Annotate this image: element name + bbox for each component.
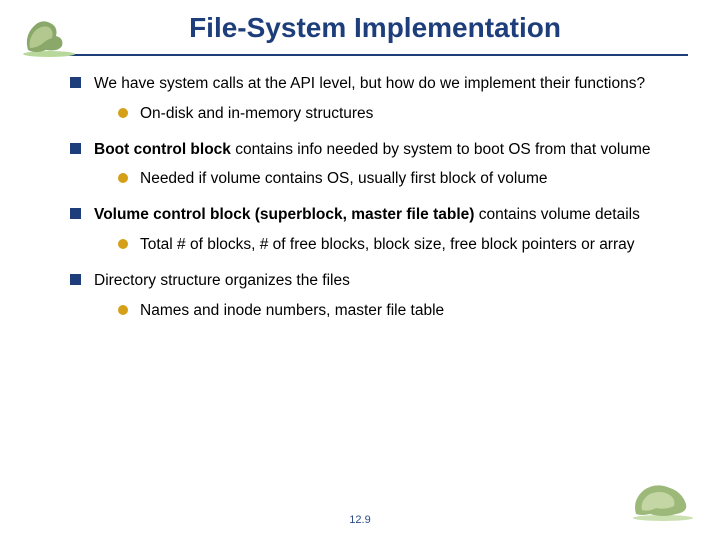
bullet-text: contains volume details: [479, 206, 640, 223]
title-underline: [32, 54, 688, 56]
bullet-volume-control-block: Volume control block (superblock, master…: [70, 205, 670, 255]
bullet-api-level: We have system calls at the API level, b…: [70, 74, 670, 124]
bullet-boot-control-block: Boot control block contains info needed …: [70, 140, 670, 190]
slide: File-System Implementation We have syste…: [0, 0, 720, 540]
subbullet-names-inodes: Names and inode numbers, master file tab…: [118, 301, 670, 321]
subbullet-text: Names and inode numbers, master file tab…: [140, 302, 444, 319]
bullet-text: We have system calls at the API level, b…: [94, 75, 645, 92]
slide-content: We have system calls at the API level, b…: [0, 56, 720, 321]
dinosaur-logo-top-icon: [18, 16, 80, 58]
subbullet-os-volume: Needed if volume contains OS, usually fi…: [118, 169, 670, 189]
subbullet-block-details: Total # of blocks, # of free blocks, blo…: [118, 235, 670, 255]
subbullet-text: Total # of blocks, # of free blocks, blo…: [140, 236, 635, 253]
bold-term: Volume control block (superblock, master…: [94, 206, 479, 223]
subbullet-structures: On-disk and in-memory structures: [118, 104, 670, 124]
bullet-text: contains info needed by system to boot O…: [235, 141, 650, 158]
bold-term: Boot control block: [94, 141, 235, 158]
slide-header: File-System Implementation: [0, 0, 720, 56]
subbullet-text: Needed if volume contains OS, usually fi…: [140, 170, 548, 187]
bullet-text: Directory structure organizes the files: [94, 272, 350, 289]
subbullet-text: On-disk and in-memory structures: [140, 105, 373, 122]
slide-number: 12.9: [0, 514, 720, 526]
bullet-directory-structure: Directory structure organizes the files …: [70, 271, 670, 321]
slide-title: File-System Implementation: [0, 12, 720, 44]
